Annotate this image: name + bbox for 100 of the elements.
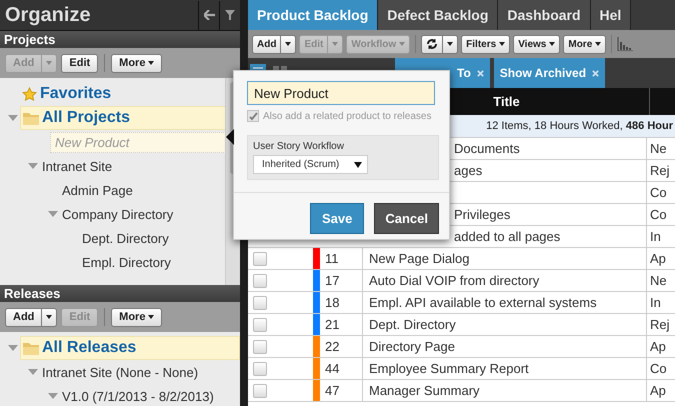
toolbar-button[interactable]: Add — [5, 308, 42, 326]
table-cell: Manager Summary — [363, 380, 647, 401]
tree-item[interactable]: Intranet Site (None - None) — [40, 362, 200, 382]
tree-item[interactable]: Empl. Directory — [80, 252, 173, 272]
row-checkbox[interactable] — [253, 318, 267, 332]
tree-item[interactable]: Company Directory — [60, 204, 176, 224]
caret-icon — [46, 61, 52, 65]
arrow-left-icon[interactable] — [204, 10, 214, 20]
table-cell-text: Co — [649, 184, 668, 202]
menu-button[interactable]: Views — [513, 34, 560, 54]
section-header: Projects — [0, 31, 240, 48]
refresh-icon — [426, 38, 438, 50]
close-icon[interactable] — [476, 70, 484, 76]
star-icon — [22, 86, 37, 102]
table-cell: Dept. Directory — [363, 314, 647, 335]
table-cell-text: Ap — [649, 382, 667, 400]
dropdown-arrow-icon — [354, 162, 362, 168]
caret-icon — [399, 42, 406, 46]
filter-label: To — [457, 66, 471, 80]
tree-item-label: Favorites — [40, 85, 112, 103]
expand-triangle-icon[interactable] — [48, 393, 58, 399]
expand-triangle-icon[interactable] — [28, 163, 38, 169]
dropdown-button[interactable] — [443, 34, 458, 54]
caret-icon — [46, 315, 52, 319]
table-cell: added to all pages — [454, 229, 560, 244]
table-cell-text: In — [649, 228, 662, 246]
table-cell-text: Rej — [649, 316, 671, 334]
caret-icon — [595, 42, 602, 46]
dropdown-button[interactable] — [42, 308, 58, 326]
tab[interactable]: Hel — [590, 0, 632, 30]
tab[interactable]: Product Backlog — [248, 0, 378, 30]
field-label: User Story Workflow — [253, 141, 345, 152]
filter-chip[interactable]: Show Archived — [494, 58, 606, 88]
table-cell-text: Co — [649, 206, 668, 224]
close-icon[interactable] — [592, 70, 600, 76]
table-cell: New Page Dialog — [363, 248, 647, 269]
tree-item[interactable]: Dept. Directory — [80, 228, 171, 248]
toolbar-button[interactable]: Edit — [61, 54, 98, 72]
table-cell-text: Co — [649, 360, 668, 378]
table-cell: 47 — [320, 380, 363, 401]
table-cell: 11 — [320, 248, 363, 269]
table-cell: Empl. API available to external systems — [363, 292, 647, 313]
row-checkbox[interactable] — [253, 296, 267, 310]
table-cell-text: Ap — [649, 250, 667, 268]
table-cell: Directory Page — [363, 336, 647, 357]
row-checkbox[interactable] — [253, 362, 267, 376]
cancel-button[interactable]: Cancel — [374, 203, 439, 234]
table-cell: Employee Summary Report — [363, 358, 647, 379]
filter-label: Show Archived — [500, 66, 586, 80]
menu-button[interactable]: Filters — [461, 34, 510, 54]
tree-item-label: All Releases — [42, 339, 136, 357]
tree-item[interactable]: Favorites — [20, 83, 114, 105]
table-cell: Auto Dial VOIP from directory — [363, 270, 647, 291]
tree-item-label: All Projects — [42, 109, 130, 127]
section-header: Releases — [0, 285, 240, 302]
table-cell: ages — [454, 163, 482, 178]
toolbar-button[interactable]: Add — [252, 34, 282, 54]
table-cell: 18 — [320, 292, 363, 313]
row-checkbox[interactable] — [253, 340, 267, 354]
name-input-field[interactable]: New Product — [247, 81, 435, 105]
expand-triangle-icon[interactable] — [28, 369, 38, 375]
table-cell-text: In — [649, 294, 662, 312]
caret-icon — [499, 42, 506, 46]
workflow-select[interactable]: Inherited (Scrum) — [253, 155, 368, 174]
caret-icon — [549, 42, 556, 46]
caret-icon — [148, 61, 154, 65]
folder-icon — [23, 342, 39, 354]
table-cell: Documents — [454, 141, 520, 156]
table-cell-text: Ne — [649, 272, 668, 290]
menu-button[interactable]: More — [111, 54, 162, 72]
row-checkbox[interactable] — [253, 252, 267, 266]
tree-item[interactable]: Intranet Site — [40, 156, 114, 176]
bar-chart-icon[interactable] — [617, 37, 634, 51]
save-button[interactable]: Save — [310, 203, 364, 234]
tree-item[interactable]: V1.0 (7/1/2013 - 8/2/2013) — [60, 386, 216, 406]
dropdown-button[interactable] — [281, 34, 296, 54]
row-checkbox[interactable] — [253, 384, 267, 398]
table-cell: 44 — [320, 358, 363, 379]
menu-button[interactable]: More — [563, 34, 606, 54]
row-checkbox[interactable] — [253, 274, 267, 288]
caret-icon — [447, 42, 454, 46]
panel-title: Organize — [4, 4, 92, 26]
table-cell-text: Ap — [649, 338, 667, 356]
caret-icon — [285, 42, 292, 46]
table-cell-text: Ne — [649, 140, 668, 158]
tab[interactable]: Defect Backlog — [378, 0, 498, 30]
refresh-button[interactable] — [421, 34, 444, 54]
menu-button[interactable]: More — [111, 308, 162, 326]
tree-item[interactable]: Admin Page — [60, 180, 135, 200]
table-cell: Privileges — [454, 207, 510, 222]
tree-item[interactable]: All Releases — [20, 336, 240, 360]
table-cell: 22 — [320, 336, 363, 357]
table-cell: 17 — [320, 270, 363, 291]
table-cell: 21 — [320, 314, 363, 335]
pointer-arrow — [226, 129, 234, 145]
tab[interactable]: Dashboard — [498, 0, 591, 30]
caret-icon — [332, 42, 338, 46]
caret-icon — [148, 315, 154, 319]
filter-icon[interactable] — [225, 10, 235, 20]
expand-triangle-icon[interactable] — [48, 211, 58, 217]
